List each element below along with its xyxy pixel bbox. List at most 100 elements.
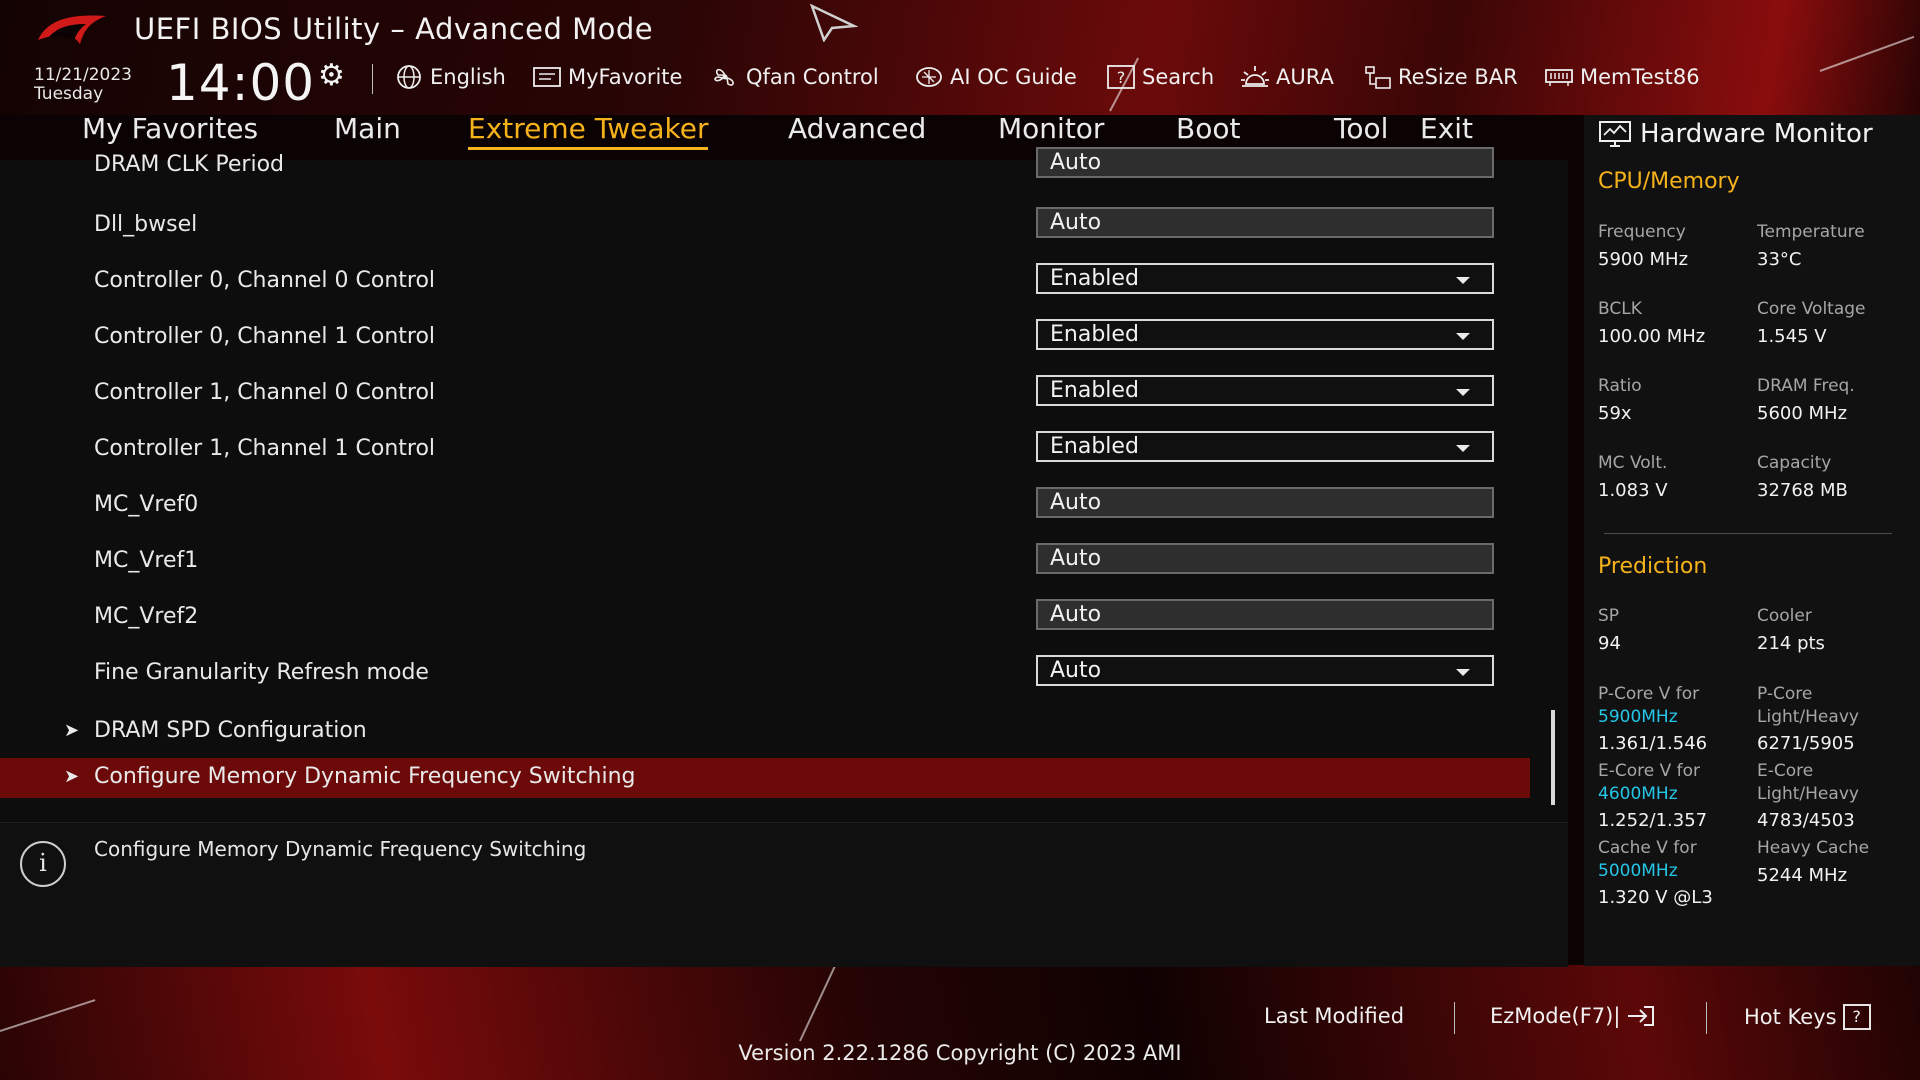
hw-label: Light/Heavy bbox=[1757, 784, 1859, 804]
hw-label: MC Volt. bbox=[1598, 453, 1668, 473]
setting-value-field[interactable]: Auto bbox=[1036, 599, 1494, 630]
ai-guide-icon bbox=[916, 67, 942, 87]
setting-row[interactable]: Fine Granularity Refresh mode Auto bbox=[0, 650, 1530, 700]
tab-boot[interactable]: Boot bbox=[1176, 112, 1240, 145]
submenu-label: DRAM SPD Configuration bbox=[94, 718, 367, 743]
tab-my-favorites[interactable]: My Favorites bbox=[82, 112, 258, 145]
aura-icon bbox=[1241, 66, 1269, 87]
setting-dropdown[interactable]: Enabled bbox=[1036, 319, 1494, 350]
hw-label: Cooler bbox=[1757, 606, 1812, 626]
tab-exit[interactable]: Exit bbox=[1420, 112, 1473, 145]
setting-label: Dll_bwsel bbox=[94, 212, 198, 237]
resize-bar-button[interactable]: ReSize BAR bbox=[1362, 64, 1518, 90]
setting-value-field[interactable]: Auto bbox=[1036, 543, 1494, 574]
hw-value: 5244 MHz bbox=[1757, 865, 1848, 886]
hw-value: 5900 MHz bbox=[1598, 249, 1689, 270]
last-modified-button[interactable]: Last Modified bbox=[1264, 1004, 1404, 1028]
gear-icon[interactable]: ⚙ bbox=[318, 58, 345, 93]
resize-bar-icon bbox=[1365, 66, 1391, 89]
exit-arrow-icon bbox=[1628, 1006, 1655, 1026]
hw-label: Light/Heavy bbox=[1757, 707, 1859, 727]
setting-dropdown[interactable]: Enabled bbox=[1036, 431, 1494, 462]
dropdown-value: Enabled bbox=[1050, 322, 1139, 347]
hw-divider bbox=[1604, 533, 1892, 534]
help-panel: i Configure Memory Dynamic Frequency Swi… bbox=[0, 822, 1568, 967]
setting-row[interactable]: MC_Vref0 Auto bbox=[0, 482, 1530, 532]
hot-keys-button[interactable]: Hot Keys ? bbox=[1744, 1004, 1871, 1030]
search-button[interactable]: ? Search bbox=[1106, 64, 1214, 90]
memtest86-label: MemTest86 bbox=[1580, 65, 1700, 89]
prediction-heading: Prediction bbox=[1598, 554, 1708, 579]
setting-row[interactable]: Controller 1, Channel 0 Control Enabled bbox=[0, 370, 1530, 420]
chevron-down-icon bbox=[1456, 277, 1470, 284]
hw-value: 32768 MB bbox=[1757, 480, 1848, 501]
setting-row[interactable]: MC_Vref2 Auto bbox=[0, 594, 1530, 644]
header-divider bbox=[372, 64, 373, 94]
hw-label: Temperature bbox=[1757, 222, 1865, 242]
language-button[interactable]: English bbox=[394, 64, 506, 90]
language-label: English bbox=[430, 65, 506, 89]
hw-value: 1.320 V @L3 bbox=[1598, 887, 1713, 908]
tab-tool[interactable]: Tool bbox=[1334, 112, 1388, 145]
dropdown-value: Auto bbox=[1050, 658, 1102, 683]
hw-label: Core Voltage bbox=[1757, 299, 1866, 319]
hw-freq-value: 5900MHz bbox=[1598, 707, 1678, 727]
submenu-label: Configure Memory Dynamic Frequency Switc… bbox=[94, 764, 636, 789]
help-key-icon: ? bbox=[1842, 1004, 1871, 1030]
globe-icon bbox=[397, 65, 421, 89]
hw-freq-value: 4600MHz bbox=[1598, 784, 1678, 804]
setting-value-field[interactable]: Auto bbox=[1036, 487, 1494, 518]
date-value: 11/21/2023 bbox=[34, 65, 132, 85]
setting-row[interactable]: DRAM CLK Period Auto bbox=[0, 142, 1530, 192]
hardware-monitor-panel: Hardware Monitor CPU/Memory Frequency 59… bbox=[1584, 115, 1920, 966]
setting-row[interactable]: Controller 1, Channel 1 Control Enabled bbox=[0, 426, 1530, 476]
day-value: Tuesday bbox=[34, 84, 104, 104]
setting-dropdown[interactable]: Enabled bbox=[1036, 263, 1494, 294]
memtest86-button[interactable]: MemTest86 bbox=[1544, 64, 1700, 90]
submenu-dram-spd[interactable]: ➤ DRAM SPD Configuration bbox=[0, 708, 1530, 758]
footer-divider bbox=[1706, 1002, 1707, 1034]
setting-value-field[interactable]: Auto bbox=[1036, 207, 1494, 238]
qfan-control-label: Qfan Control bbox=[746, 65, 879, 89]
hardware-monitor-title: Hardware Monitor bbox=[1598, 119, 1873, 149]
fan-icon bbox=[714, 68, 734, 86]
hw-value: 1.361/1.546 bbox=[1598, 733, 1708, 754]
qfan-control-button[interactable]: Qfan Control bbox=[710, 64, 879, 90]
tab-advanced[interactable]: Advanced bbox=[788, 112, 926, 145]
dropdown-value: Enabled bbox=[1050, 434, 1139, 459]
myfavorite-button[interactable]: MyFavorite bbox=[532, 64, 682, 90]
chevron-down-icon bbox=[1456, 333, 1470, 340]
hw-label: P-Core V for bbox=[1598, 684, 1700, 704]
myfavorite-label: MyFavorite bbox=[568, 65, 683, 89]
hot-keys-label: Hot Keys bbox=[1744, 1005, 1837, 1029]
setting-label: MC_Vref1 bbox=[94, 548, 199, 573]
hw-label: Frequency bbox=[1598, 222, 1686, 242]
hw-value: 5600 MHz bbox=[1757, 403, 1848, 424]
scrollbar[interactable] bbox=[1551, 710, 1555, 805]
setting-dropdown[interactable]: Auto bbox=[1036, 655, 1494, 686]
submenu-memory-dfs[interactable]: ➤ Configure Memory Dynamic Frequency Swi… bbox=[0, 758, 1530, 798]
setting-row[interactable]: MC_Vref1 Auto bbox=[0, 538, 1530, 588]
app-title: UEFI BIOS Utility – Advanced Mode bbox=[134, 12, 654, 46]
setting-label: MC_Vref2 bbox=[94, 604, 199, 629]
tab-monitor[interactable]: Monitor bbox=[998, 112, 1104, 145]
hw-value: 6271/5905 bbox=[1757, 733, 1855, 754]
setting-row[interactable]: Controller 0, Channel 0 Control Enabled bbox=[0, 258, 1530, 308]
setting-value-field[interactable]: Auto bbox=[1036, 147, 1494, 178]
memtest-icon bbox=[1545, 69, 1573, 86]
hw-value: 1.252/1.357 bbox=[1598, 810, 1708, 831]
tab-main[interactable]: Main bbox=[334, 112, 401, 145]
aura-button[interactable]: AURA bbox=[1240, 64, 1334, 90]
setting-row[interactable]: Controller 0, Channel 1 Control Enabled bbox=[0, 314, 1530, 364]
hw-label: P-Core bbox=[1757, 684, 1813, 704]
setting-row[interactable]: Dll_bwsel Auto bbox=[0, 202, 1530, 252]
hw-value: 1.545 V bbox=[1757, 326, 1827, 347]
setting-label: Controller 1, Channel 1 Control bbox=[94, 436, 436, 461]
ezmode-button[interactable]: EzMode(F7)| bbox=[1490, 1004, 1656, 1028]
favorite-icon bbox=[533, 67, 561, 87]
hw-value: 94 bbox=[1598, 633, 1621, 654]
setting-label: Fine Granularity Refresh mode bbox=[94, 660, 429, 685]
ai-oc-guide-button[interactable]: AI OC Guide bbox=[914, 64, 1077, 90]
hw-label: BCLK bbox=[1598, 299, 1642, 319]
setting-dropdown[interactable]: Enabled bbox=[1036, 375, 1494, 406]
